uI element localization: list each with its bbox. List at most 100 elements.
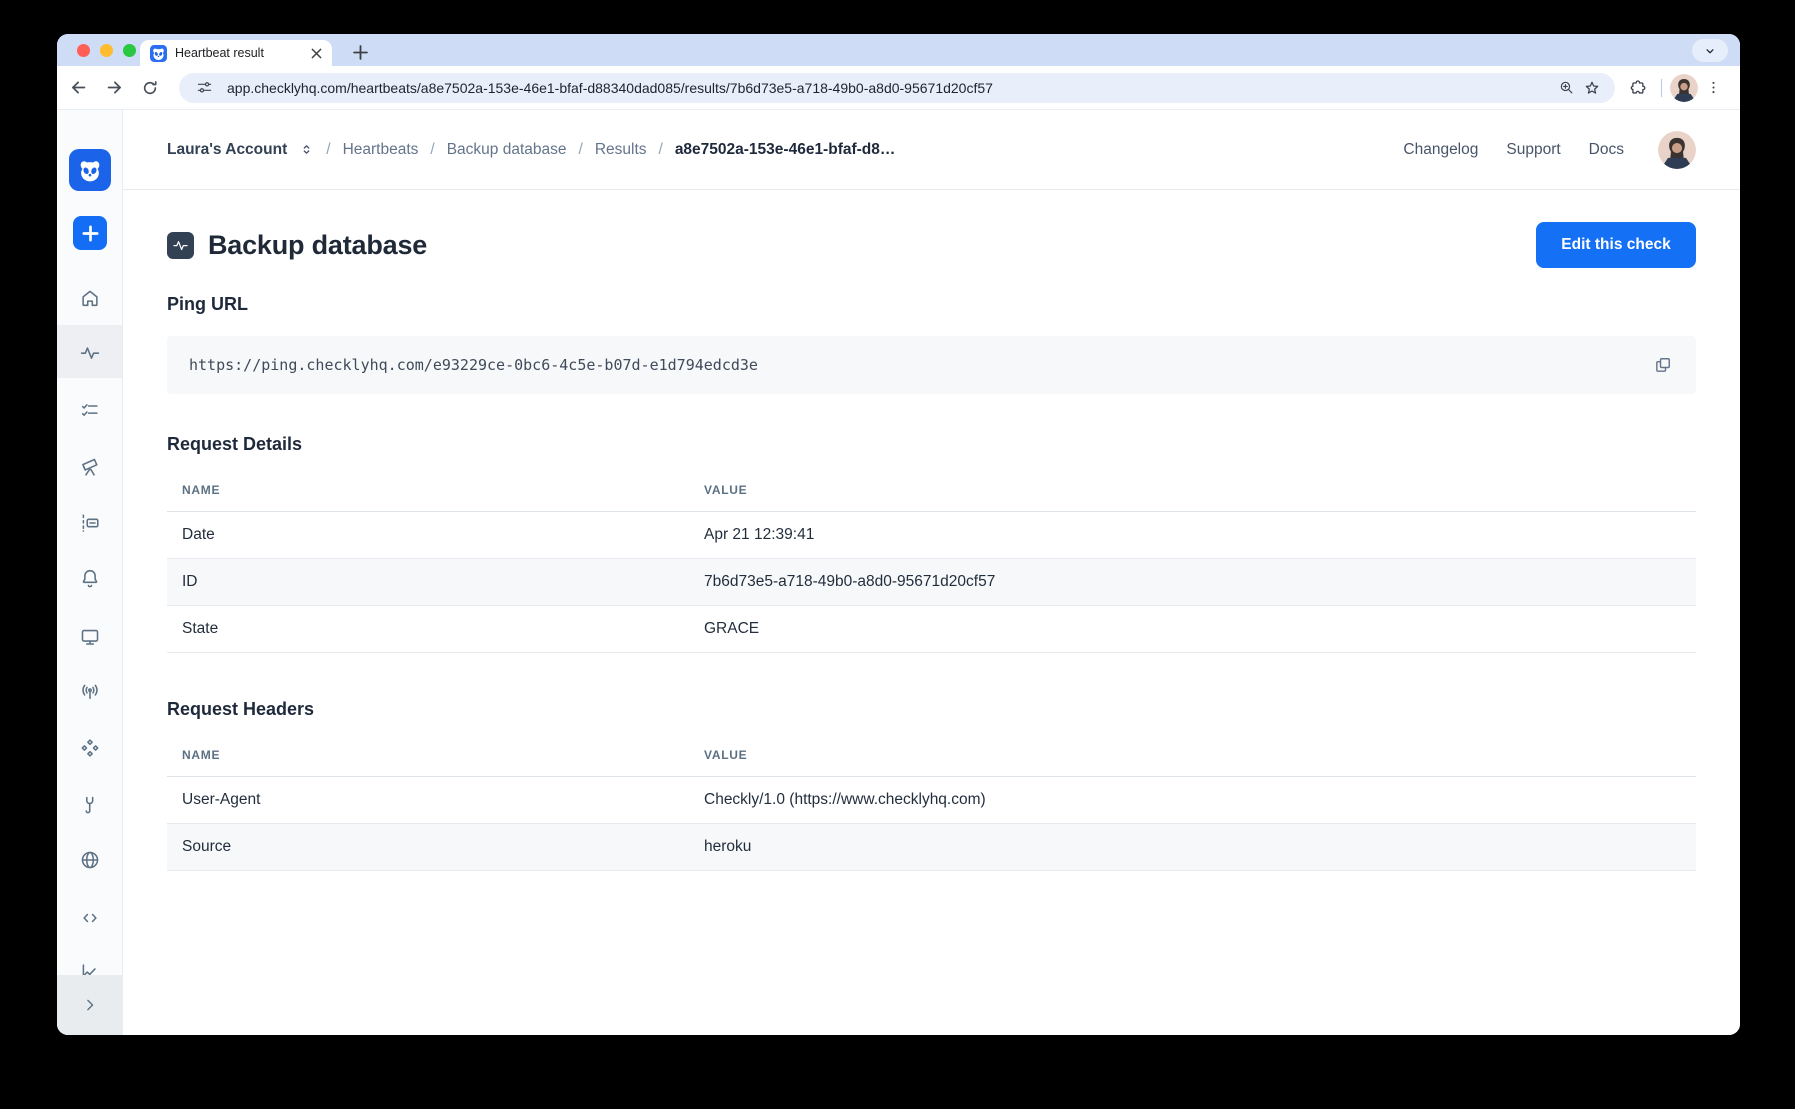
globe-icon xyxy=(79,849,101,871)
chevron-right-icon xyxy=(80,995,100,1015)
copy-icon xyxy=(1653,355,1673,375)
breadcrumb-account[interactable]: Laura's Account xyxy=(167,141,287,159)
sidebar-item-dashboards[interactable] xyxy=(57,613,122,661)
sidebar-item-code[interactable] xyxy=(57,894,122,942)
breadcrumb-separator: / xyxy=(326,141,330,159)
sidebar-item-broadcasts[interactable] xyxy=(57,668,122,716)
account-switcher-icon[interactable] xyxy=(299,142,314,157)
request-details-table: NAME VALUE Date Apr 21 12:39:41 ID xyxy=(167,467,1696,653)
ping-url-heading: Ping URL xyxy=(167,294,1696,315)
main-panel: Backup database Edit this check Ping URL… xyxy=(123,190,1740,871)
table-row: User-Agent Checkly/1.0 (https://www.chec… xyxy=(167,777,1696,824)
app-sidebar xyxy=(57,110,123,1035)
url-text: app.checklyhq.com/heartbeats/a8e7502a-15… xyxy=(227,80,1553,96)
column-header-name: NAME xyxy=(167,732,689,777)
nav-link-support[interactable]: Support xyxy=(1506,141,1560,159)
heartbeat-pulse-icon xyxy=(79,342,101,364)
forward-icon[interactable] xyxy=(99,73,129,103)
sidebar-item-integrations[interactable] xyxy=(57,724,122,772)
sidebar-item-settings[interactable] xyxy=(57,781,122,829)
sidebar-expand-button[interactable] xyxy=(57,975,122,1035)
column-header-value: VALUE xyxy=(689,732,1696,777)
diamonds-icon xyxy=(79,737,101,759)
toolbar-separator xyxy=(1661,79,1662,97)
sidebar-item-checks[interactable] xyxy=(57,386,122,434)
app-header: Laura's Account / Heartbeats / Backup da… xyxy=(123,110,1740,190)
browser-menu-icon[interactable] xyxy=(1698,73,1728,103)
edit-check-button[interactable]: Edit this check xyxy=(1536,222,1696,268)
wrench-icon xyxy=(79,794,101,816)
ping-url-box: https://ping.checklyhq.com/e93229ce-0bc6… xyxy=(167,336,1696,394)
breadcrumb-link-check[interactable]: Backup database xyxy=(447,141,567,159)
request-details-heading: Request Details xyxy=(167,434,1696,455)
row-value: heroku xyxy=(689,824,1696,871)
antenna-icon xyxy=(79,681,101,703)
breadcrumb-current-result: a8e7502a-153e-46e1-bfaf-d8… xyxy=(675,141,896,159)
top-nav: Changelog Support Docs xyxy=(1403,131,1696,169)
sidebar-item-explore[interactable] xyxy=(57,443,122,491)
row-name: Source xyxy=(167,824,689,871)
title-row: Backup database Edit this check xyxy=(167,222,1696,268)
copy-button[interactable] xyxy=(1650,352,1676,378)
toolbar-right xyxy=(1623,73,1728,103)
screenshot-stage: Heartbeat result xyxy=(0,0,1795,1109)
code-brackets-icon xyxy=(79,907,101,929)
sidebar-item-home[interactable] xyxy=(57,274,122,322)
nav-link-docs[interactable]: Docs xyxy=(1589,141,1624,159)
row-name: ID xyxy=(167,559,689,606)
breadcrumb-separator: / xyxy=(659,141,663,159)
request-headers-heading: Request Headers xyxy=(167,699,1696,720)
extensions-icon[interactable] xyxy=(1623,73,1653,103)
macos-zoom-button[interactable] xyxy=(123,44,136,57)
bookmark-star-icon[interactable] xyxy=(1579,75,1605,101)
column-header-value: VALUE xyxy=(689,467,1696,512)
checkly-favicon-icon xyxy=(150,45,167,62)
table-row: Source heroku xyxy=(167,824,1696,871)
maintenance-windows-icon xyxy=(79,512,101,534)
table-row: Date Apr 21 12:39:41 xyxy=(167,512,1696,559)
close-tab-icon[interactable] xyxy=(308,45,324,61)
new-tab-icon[interactable] xyxy=(347,39,373,65)
browser-profile-avatar[interactable] xyxy=(1670,74,1698,102)
zoom-in-icon[interactable] xyxy=(1553,75,1579,101)
tab-title: Heartbeat result xyxy=(175,46,308,60)
row-value: Checkly/1.0 (https://www.checklyhq.com) xyxy=(689,777,1696,824)
row-name: State xyxy=(167,606,689,653)
telescope-icon xyxy=(79,456,101,478)
bell-icon xyxy=(79,567,101,589)
browser-toolbar: app.checklyhq.com/heartbeats/a8e7502a-15… xyxy=(57,66,1740,110)
table-row: State GRACE xyxy=(167,606,1696,653)
page-title: Backup database xyxy=(208,230,427,261)
app-content: Laura's Account / Heartbeats / Backup da… xyxy=(123,110,1740,1035)
ping-url-value: https://ping.checklyhq.com/e93229ce-0bc6… xyxy=(189,356,1650,374)
browser-tab[interactable]: Heartbeat result xyxy=(140,40,332,66)
heartbeat-check-icon xyxy=(167,232,194,259)
checkly-app: Laura's Account / Heartbeats / Backup da… xyxy=(57,110,1740,1035)
address-bar[interactable]: app.checklyhq.com/heartbeats/a8e7502a-15… xyxy=(179,73,1615,103)
create-new-button[interactable] xyxy=(73,216,107,250)
sidebar-item-heartbeats[interactable] xyxy=(57,329,122,377)
sidebar-item-alerts[interactable] xyxy=(57,554,122,602)
breadcrumb-link-heartbeats[interactable]: Heartbeats xyxy=(343,141,419,159)
table-row: ID 7b6d73e5-a718-49b0-a8d0-95671d20cf57 xyxy=(167,559,1696,606)
nav-link-changelog[interactable]: Changelog xyxy=(1403,141,1478,159)
macos-minimize-button[interactable] xyxy=(100,44,113,57)
sidebar-item-maintenance-windows[interactable] xyxy=(57,499,122,547)
request-headers-table: NAME VALUE User-Agent Checkly/1.0 (https… xyxy=(167,732,1696,871)
macos-close-button[interactable] xyxy=(77,44,90,57)
home-icon xyxy=(79,287,101,309)
user-avatar[interactable] xyxy=(1658,131,1696,169)
reload-icon[interactable] xyxy=(135,73,165,103)
site-info-icon[interactable] xyxy=(191,75,217,101)
sidebar-item-private-locations[interactable] xyxy=(57,836,122,884)
tab-search-icon[interactable] xyxy=(1692,39,1728,62)
breadcrumb-link-results[interactable]: Results xyxy=(595,141,647,159)
row-value: GRACE xyxy=(689,606,1696,653)
browser-window: Heartbeat result xyxy=(57,34,1740,1035)
back-icon[interactable] xyxy=(63,73,93,103)
row-name: User-Agent xyxy=(167,777,689,824)
checklist-icon xyxy=(79,399,101,421)
breadcrumb-separator: / xyxy=(579,141,583,159)
checkly-logo-icon[interactable] xyxy=(69,149,111,191)
monitor-icon xyxy=(79,626,101,648)
